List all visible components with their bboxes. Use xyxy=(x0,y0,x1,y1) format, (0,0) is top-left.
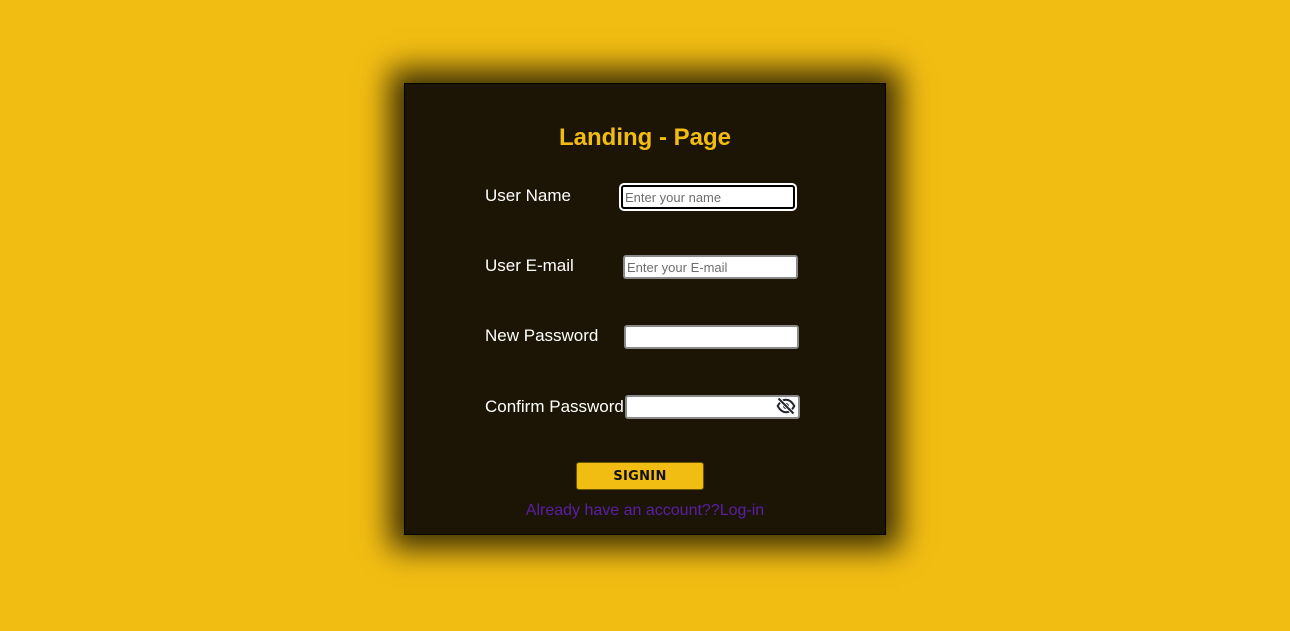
page-title: Landing - Page xyxy=(558,124,731,151)
username-input[interactable] xyxy=(621,185,795,209)
username-label: User Name xyxy=(485,186,571,205)
eye-slash-icon[interactable] xyxy=(776,397,796,415)
confirm-password-wrapper xyxy=(625,395,800,419)
new-password-label: New Password xyxy=(485,326,599,345)
confirm-password-label: Confirm Password xyxy=(485,397,624,416)
signup-card: Landing - Page User Name User E-mail New… xyxy=(404,83,886,535)
signin-button[interactable]: SIGNIN xyxy=(576,462,704,490)
login-link[interactable]: Already have an account??Log-in xyxy=(405,502,885,520)
email-input[interactable] xyxy=(623,255,798,279)
email-label: User E-mail xyxy=(485,256,574,275)
confirm-password-input[interactable] xyxy=(625,395,800,419)
new-password-input[interactable] xyxy=(624,325,799,349)
